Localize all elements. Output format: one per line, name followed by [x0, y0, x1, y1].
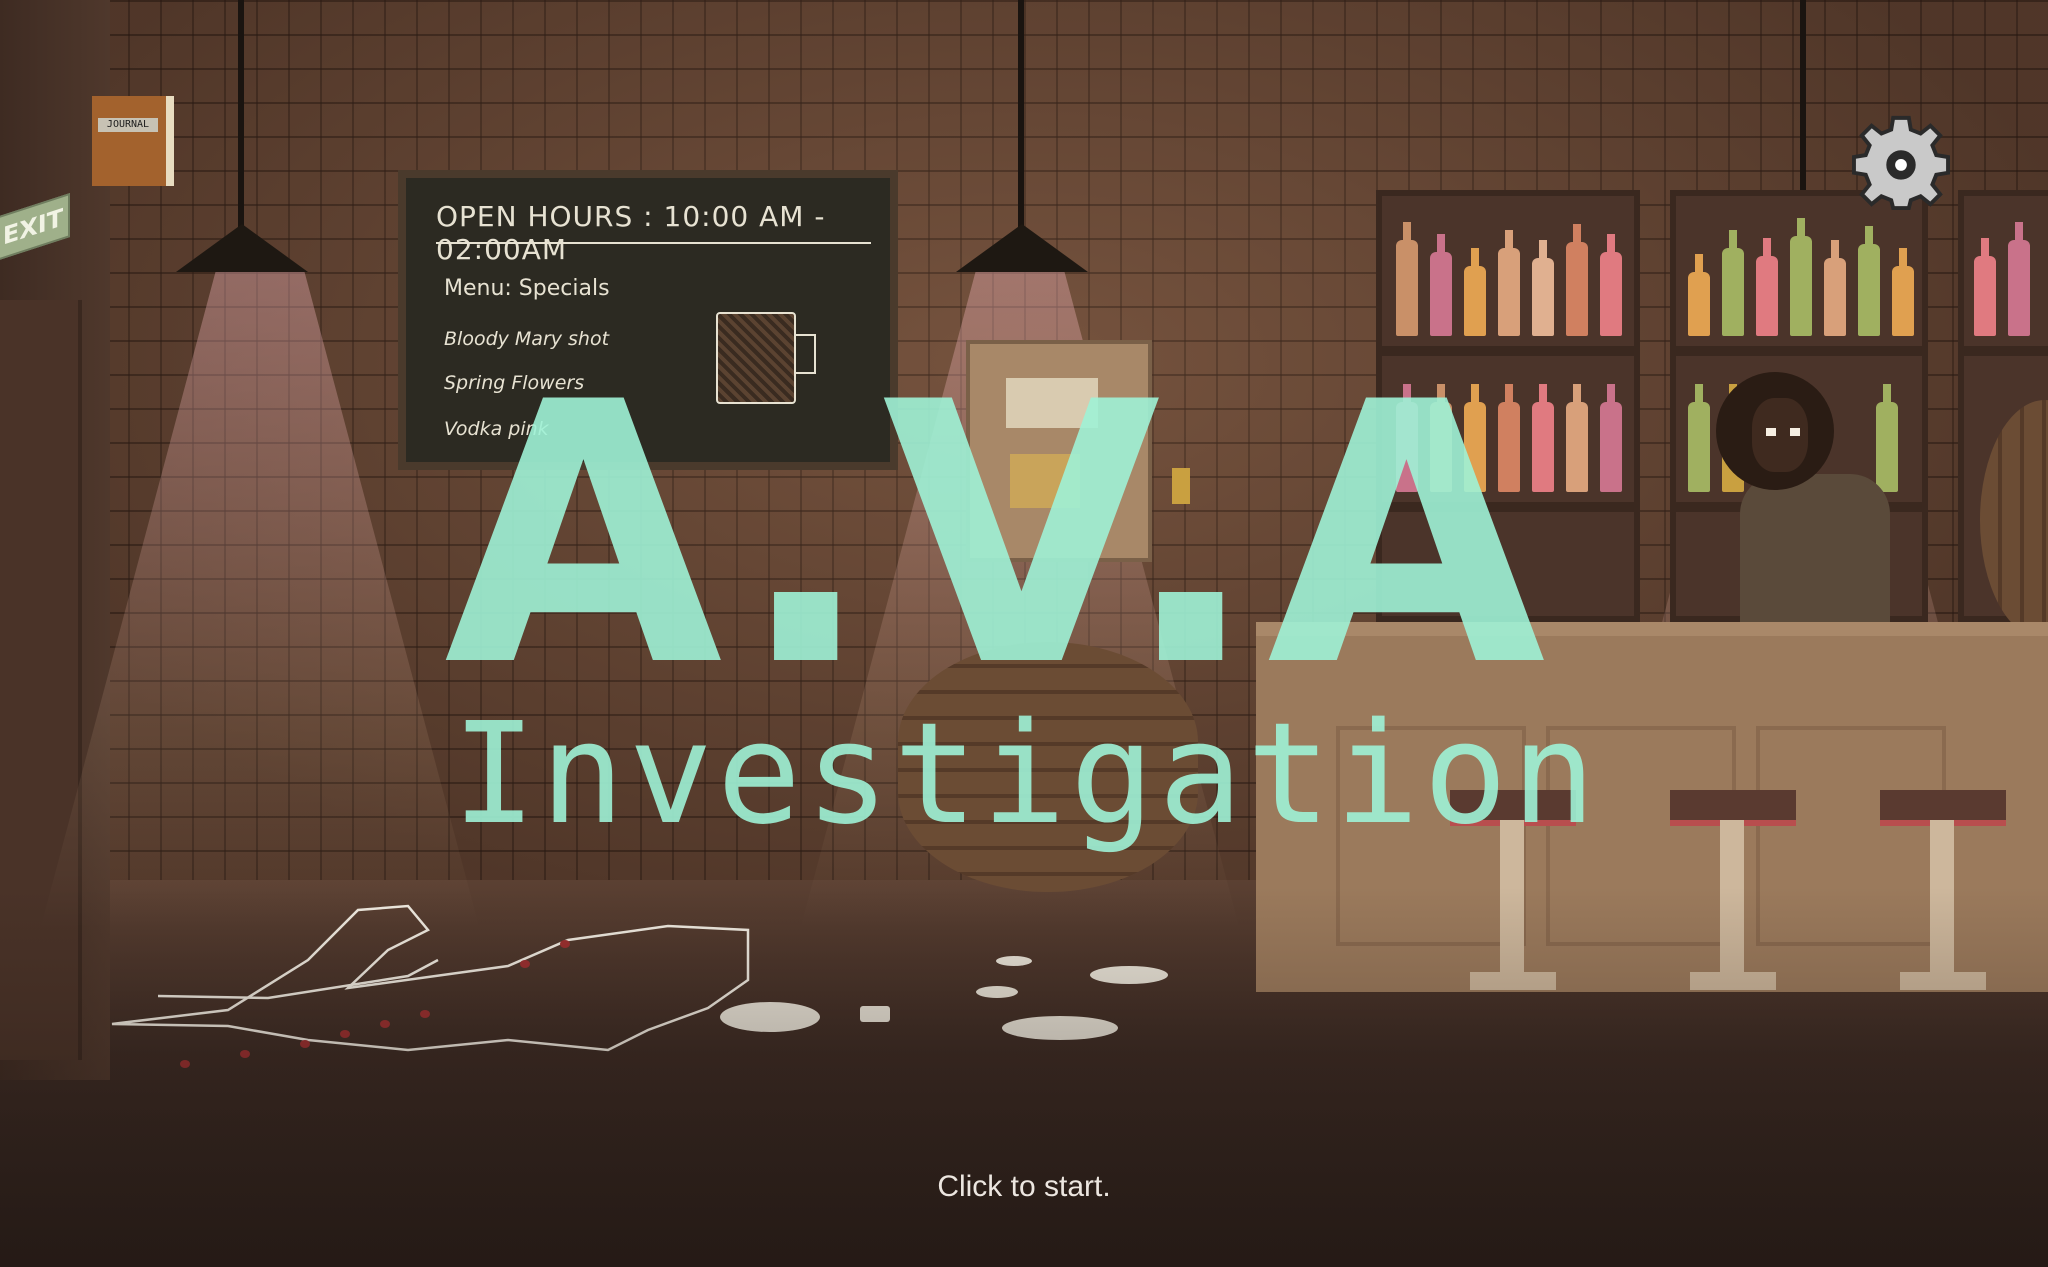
- journal-icon[interactable]: JOURNAL: [92, 96, 174, 186]
- stool-foot: [1900, 972, 1986, 990]
- stool-foot: [1470, 972, 1556, 990]
- bottle: [1790, 218, 1812, 336]
- shelf-board: [1964, 346, 2048, 356]
- bottle: [1430, 234, 1452, 336]
- bartender-eye: [1766, 428, 1776, 436]
- stool-leg: [1930, 820, 1954, 982]
- blood-drop: [420, 1010, 430, 1018]
- bottle: [1876, 384, 1898, 492]
- bottle: [1974, 238, 1996, 336]
- liquid-spill: [996, 956, 1032, 966]
- game-subtitle: Investigation: [452, 693, 1600, 856]
- shelf-board: [1676, 346, 1922, 356]
- exit-door: [0, 300, 82, 1060]
- blood-drop: [560, 940, 570, 948]
- blood-drop: [240, 1050, 250, 1058]
- stool-foot: [1690, 972, 1776, 990]
- open-hours-text: OPEN HOURS : 10:00 AM - 02:00AM: [436, 200, 826, 266]
- bottle: [1498, 230, 1520, 336]
- bottle: [1722, 230, 1744, 336]
- bottle: [2008, 222, 2030, 336]
- blood-drop: [340, 1030, 350, 1038]
- bottle: [1756, 238, 1778, 336]
- bartender-eye: [1790, 428, 1800, 436]
- blood-drop: [300, 1040, 310, 1048]
- bottle: [1858, 226, 1880, 336]
- liquid-spill: [1090, 966, 1168, 984]
- chalk-body-outline: [111, 904, 750, 1052]
- stool-leg: [1720, 820, 1744, 982]
- gear-icon[interactable]: [1852, 112, 1950, 210]
- click-to-start-prompt[interactable]: Click to start.: [0, 1170, 2048, 1204]
- bottle: [1600, 234, 1622, 336]
- bottle: [1566, 224, 1588, 336]
- lamp-cord: [1018, 0, 1024, 228]
- bottle: [1532, 240, 1554, 336]
- ceiling-lamp: [956, 224, 1088, 272]
- title-screen[interactable]: EXIT JOURNAL OPEN HOURS : 10:00 AM - 02:…: [0, 0, 2048, 1267]
- chalk-underline: [436, 242, 871, 244]
- bottle: [1688, 254, 1710, 336]
- bottle: [1892, 248, 1914, 336]
- shot-glass: [860, 1006, 890, 1022]
- ceiling-lamp: [176, 224, 308, 272]
- bottle: [1824, 240, 1846, 336]
- liquid-spill: [976, 986, 1018, 998]
- counter-panel: [1756, 726, 1946, 946]
- blood-drop: [520, 960, 530, 968]
- liquid-spill: [720, 1002, 820, 1032]
- lamp-cord: [238, 0, 244, 228]
- menu-heading: Menu: Specials: [444, 276, 610, 301]
- journal-label: JOURNAL: [98, 118, 158, 132]
- bottle: [1688, 384, 1710, 492]
- bottle: [1396, 222, 1418, 336]
- blood-drop: [180, 1060, 190, 1068]
- liquid-spill: [1002, 1016, 1118, 1040]
- blood-drop: [380, 1020, 390, 1028]
- game-title: A.V.A: [444, 326, 1554, 745]
- bartender-body: [1740, 474, 1890, 624]
